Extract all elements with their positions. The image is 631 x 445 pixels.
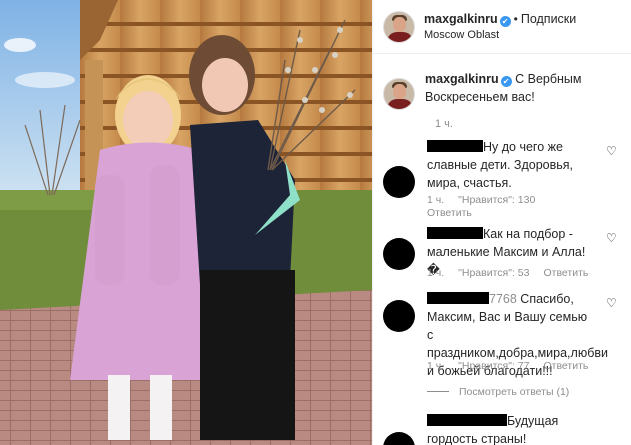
- post-caption: maxgalkinru ✔ С Вербным Воскресеньем вас!…: [383, 64, 628, 130]
- post-photo[interactable]: [0, 0, 372, 445]
- redacted-username[interactable]: [427, 227, 483, 239]
- comment-likes[interactable]: "Нравится": 77: [458, 360, 529, 372]
- caption-author-avatar[interactable]: [383, 78, 415, 110]
- redacted-username[interactable]: [427, 292, 489, 304]
- caption-text: maxgalkinru ✔ С Вербным Воскресеньем вас!: [425, 64, 628, 106]
- comment-likes[interactable]: "Нравится": 130: [458, 194, 535, 206]
- comment-text: Будущая гордость страны!: [427, 412, 595, 445]
- commenter-avatar-redacted[interactable]: [383, 432, 415, 445]
- commenter-avatar-redacted[interactable]: [383, 166, 415, 198]
- view-replies-label: Посмотреть ответы (1): [459, 386, 570, 398]
- author-avatar[interactable]: [383, 10, 415, 43]
- post-header-text: maxgalkinru ✔ • Подписки Moscow Oblast: [424, 11, 576, 43]
- caption-timestamp[interactable]: 1 ч.: [435, 118, 628, 130]
- verified-badge-icon: ✔: [500, 76, 512, 87]
- heart-outline-icon[interactable]: ♡: [606, 232, 618, 244]
- redacted-username[interactable]: [427, 140, 483, 152]
- reply-button[interactable]: Ответить: [427, 207, 472, 219]
- comment-likes[interactable]: "Нравится": 53: [458, 267, 529, 279]
- following-button[interactable]: Подписки: [521, 12, 576, 26]
- commenter-avatar-redacted[interactable]: [383, 238, 415, 270]
- redacted-username[interactable]: [427, 414, 507, 426]
- separator-dot: •: [513, 11, 518, 26]
- author-username[interactable]: maxgalkinru: [424, 12, 498, 26]
- post-header: maxgalkinru ✔ • Подписки Moscow Oblast: [373, 0, 631, 54]
- replies-divider-line: [427, 391, 449, 392]
- post-photo-image: [0, 0, 372, 445]
- comment-timestamp[interactable]: 1 ч.: [427, 194, 444, 206]
- comment-meta: 1 ч. "Нравится": 53 Ответить: [427, 267, 602, 279]
- heart-outline-icon[interactable]: ♡: [606, 145, 618, 157]
- caption-username[interactable]: maxgalkinru: [425, 72, 499, 86]
- heart-outline-icon[interactable]: ♡: [606, 297, 618, 309]
- post-location[interactable]: Moscow Oblast: [424, 27, 576, 43]
- comment-reply: Ответить: [427, 207, 486, 219]
- partial-username[interactable]: 7768: [489, 292, 517, 306]
- comment-timestamp[interactable]: 1 ч.: [427, 360, 444, 372]
- comment-meta: 1 ч. "Нравится": 77 Ответить: [427, 360, 602, 372]
- view-replies-button[interactable]: Посмотреть ответы (1): [427, 386, 569, 398]
- comments-panel: maxgalkinru ✔ • Подписки Moscow Oblast maxg…: [372, 0, 631, 445]
- verified-badge-icon: ✔: [499, 15, 511, 27]
- commenter-avatar-redacted[interactable]: [383, 300, 415, 332]
- reply-button[interactable]: Ответить: [543, 360, 588, 372]
- comment-text: Ну до чего же славные дети. Здоровья, ми…: [427, 138, 595, 192]
- reply-button[interactable]: Ответить: [543, 267, 588, 279]
- comment-meta: 1 ч. "Нравится": 130: [427, 194, 549, 206]
- comment-timestamp[interactable]: 1 ч.: [427, 267, 444, 279]
